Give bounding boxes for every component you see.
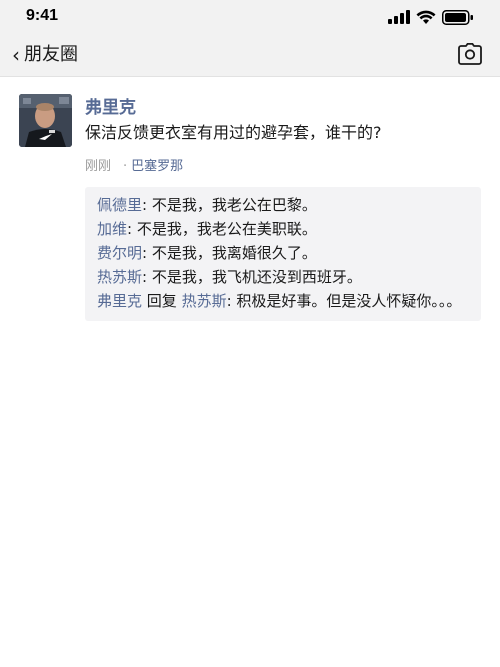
post-meta: 刚刚 · 巴塞罗那 xyxy=(85,155,183,174)
reply-author[interactable]: 弗里克 xyxy=(97,292,142,310)
reply-target[interactable]: 热苏斯 xyxy=(182,292,227,310)
signal-icon xyxy=(388,10,410,24)
camera-icon xyxy=(458,42,482,65)
location-separator: · xyxy=(123,159,128,174)
chevron-left-icon: ‹ xyxy=(12,43,20,67)
back-button[interactable]: ‹ 朋友圈 xyxy=(12,40,78,70)
comment-separator: : xyxy=(226,292,237,310)
comment-section: 佩德里: 不是我，我老公在巴黎。 加维: 不是我，我老公在美职联。 费尔明: 不… xyxy=(85,187,481,321)
comment-item[interactable]: 佩德里: 不是我，我老公在巴黎。 xyxy=(97,193,469,217)
comment-author[interactable]: 费尔明 xyxy=(97,244,142,262)
avatar[interactable] xyxy=(19,94,72,147)
comment-item[interactable]: 加维: 不是我，我老公在美职联。 xyxy=(97,217,469,241)
comment-author[interactable]: 加维 xyxy=(97,220,127,238)
location-label: 巴塞罗那 xyxy=(131,159,184,174)
battery-icon xyxy=(442,9,473,25)
status-icons xyxy=(388,9,474,25)
comment-text: 不是我，我老公在巴黎。 xyxy=(151,196,317,214)
wifi-icon xyxy=(416,10,436,24)
comment-text: 积极是好事。但是没人怀疑你。。。 xyxy=(236,292,462,310)
comment-text: 不是我，我离婚很久了。 xyxy=(151,244,317,262)
comment-author[interactable]: 佩德里 xyxy=(97,196,142,214)
post-text: 保洁反馈更衣室有用过的避孕套，谁干的? xyxy=(85,123,382,142)
status-bar: 9:41 xyxy=(0,0,500,34)
comment-text: 不是我，我飞机还没到西班牙。 xyxy=(151,268,362,286)
comment-author[interactable]: 热苏斯 xyxy=(97,268,142,286)
comment-item[interactable]: 热苏斯: 不是我，我飞机还没到西班牙。 xyxy=(97,265,469,289)
comment-separator: : xyxy=(142,244,152,262)
page-title: 朋友圈 xyxy=(24,44,78,65)
comment-item[interactable]: 费尔明: 不是我，我离婚很久了。 xyxy=(97,241,469,265)
navigation-bar: ‹ 朋友圈 xyxy=(0,34,500,77)
post-time: 刚刚 xyxy=(85,159,112,174)
status-time: 9:41 xyxy=(26,7,59,24)
post-author[interactable]: 弗里克 xyxy=(85,93,136,118)
post-location[interactable]: · 巴塞罗那 xyxy=(123,155,183,174)
reply-word: 回复 xyxy=(142,292,182,310)
comment-separator: : xyxy=(142,196,152,214)
comment-text: 不是我，我老公在美职联。 xyxy=(136,220,317,238)
comment-separator: : xyxy=(142,268,152,286)
camera-button[interactable] xyxy=(458,42,482,65)
comment-reply[interactable]: 弗里克 回复 热苏斯: 积极是好事。但是没人怀疑你。。。 xyxy=(97,289,469,313)
comment-separator: : xyxy=(127,220,137,238)
avatar-image xyxy=(19,94,72,147)
